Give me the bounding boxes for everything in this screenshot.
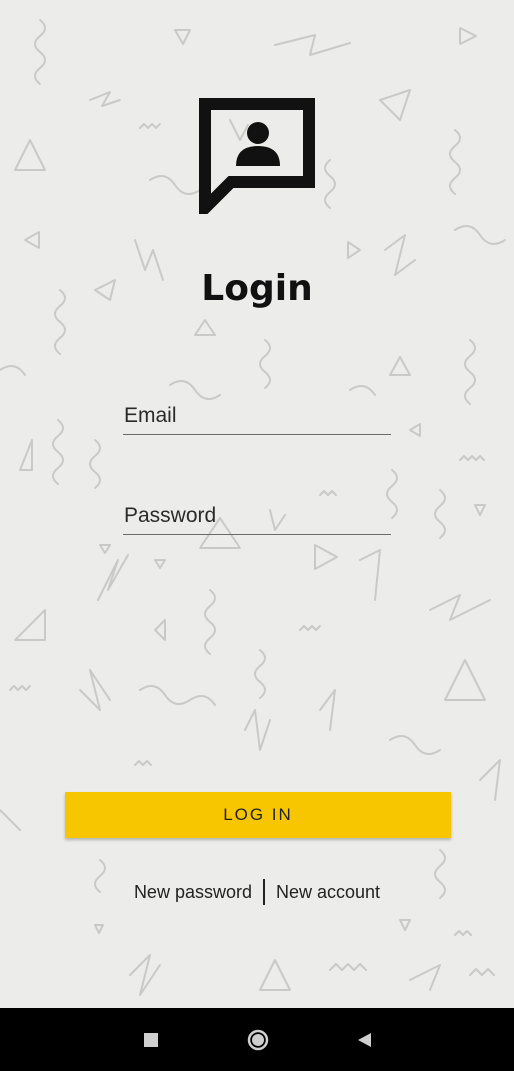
square-icon (144, 1032, 158, 1047)
triangle-back-icon (358, 1032, 371, 1047)
new-account-link[interactable]: New account (276, 882, 380, 903)
system-navigation-bar (0, 1008, 514, 1071)
new-password-link[interactable]: New password (134, 882, 252, 903)
email-field[interactable] (123, 404, 391, 435)
circle-icon (247, 1029, 269, 1050)
password-input[interactable] (123, 504, 391, 535)
back-button[interactable] (334, 1008, 394, 1071)
recents-button[interactable] (121, 1008, 181, 1071)
link-divider (262, 879, 265, 905)
email-input[interactable] (123, 404, 391, 435)
contact-chat-bubble-icon (199, 98, 315, 214)
password-field[interactable] (123, 504, 391, 535)
login-button[interactable]: LOG IN (65, 792, 451, 838)
home-button[interactable] (228, 1008, 288, 1071)
page-title: Login (201, 268, 313, 309)
account-links: New password New account (0, 878, 514, 906)
